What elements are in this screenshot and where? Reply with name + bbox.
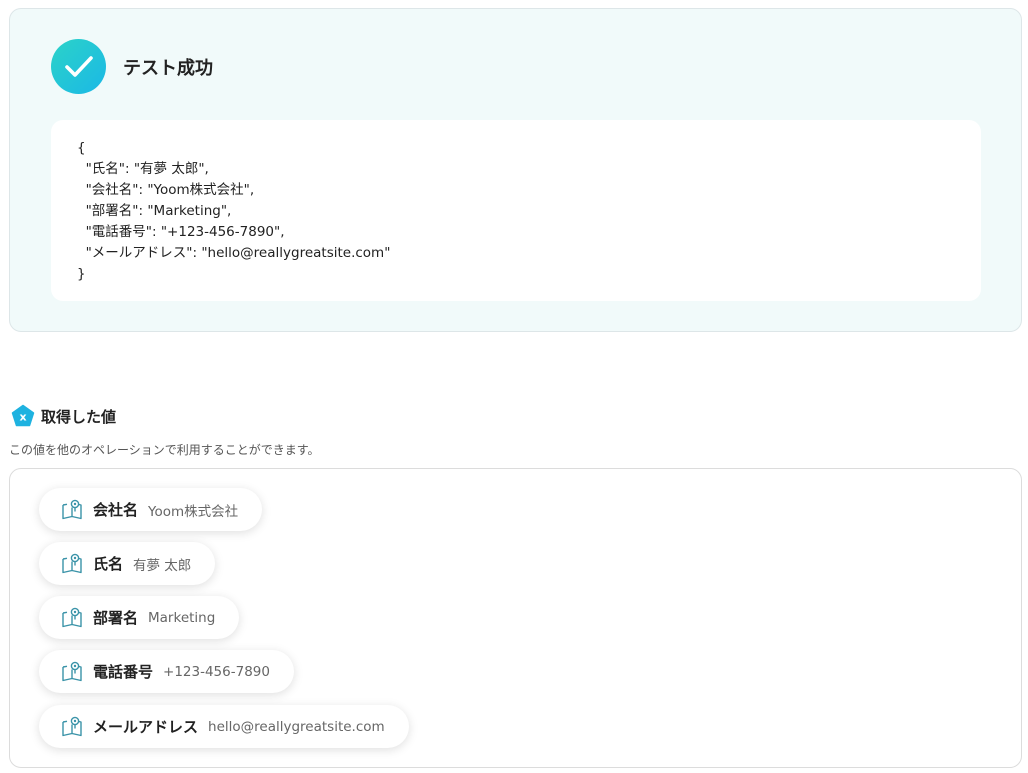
value-chip-department[interactable]: 部署名 Marketing (39, 596, 240, 639)
test-success-title: テスト成功 (123, 58, 213, 79)
variable-x-icon: x (11, 404, 35, 427)
value-chip-label: 氏名 (93, 555, 124, 573)
retrieved-values-description: この値を他のオペレーションで利用することができます。 (9, 443, 320, 457)
retrieved-values-title: 取得した値 (41, 407, 117, 426)
value-chip-label: 会社名 (93, 501, 139, 519)
value-chip-label: メールアドレス (93, 718, 199, 736)
value-chip-value: 有夢 太郎 (133, 557, 192, 574)
check-icon (51, 39, 106, 94)
value-chip-label: 電話番号 (93, 663, 154, 681)
book-icon (62, 661, 82, 681)
json-output-box: { "氏名": "有夢 太郎", "会社名": "Yoom株式会社", "部署名… (51, 120, 981, 301)
value-chip-value: +123-456-7890 (163, 663, 270, 680)
book-icon (62, 499, 82, 519)
test-success-panel: テスト成功 { "氏名": "有夢 太郎", "会社名": "Yoom株式会社"… (9, 8, 1022, 332)
book-icon (62, 716, 82, 736)
retrieved-values-header: x 取得した値 (11, 404, 116, 428)
book-icon (62, 607, 82, 627)
book-icon (62, 553, 82, 573)
value-chip-phone[interactable]: 電話番号 +123-456-7890 (39, 650, 294, 693)
value-chip-value: Marketing (148, 609, 216, 626)
variable-badge-text: x (19, 411, 26, 424)
value-chip-company[interactable]: 会社名 Yoom株式会社 (39, 488, 263, 531)
value-chip-name[interactable]: 氏名 有夢 太郎 (39, 542, 216, 585)
retrieved-values-panel: 会社名 Yoom株式会社 氏名 有夢 太郎 部署名 Marketing 電話番号… (9, 468, 1022, 768)
value-chip-email[interactable]: メールアドレス hello@reallygreatsite.com (39, 705, 409, 748)
value-chip-value: hello@reallygreatsite.com (208, 718, 385, 735)
value-chip-value: Yoom株式会社 (148, 503, 239, 520)
value-chip-label: 部署名 (93, 609, 139, 627)
json-output-text: { "氏名": "有夢 太郎", "会社名": "Yoom株式会社", "部署名… (77, 140, 391, 282)
